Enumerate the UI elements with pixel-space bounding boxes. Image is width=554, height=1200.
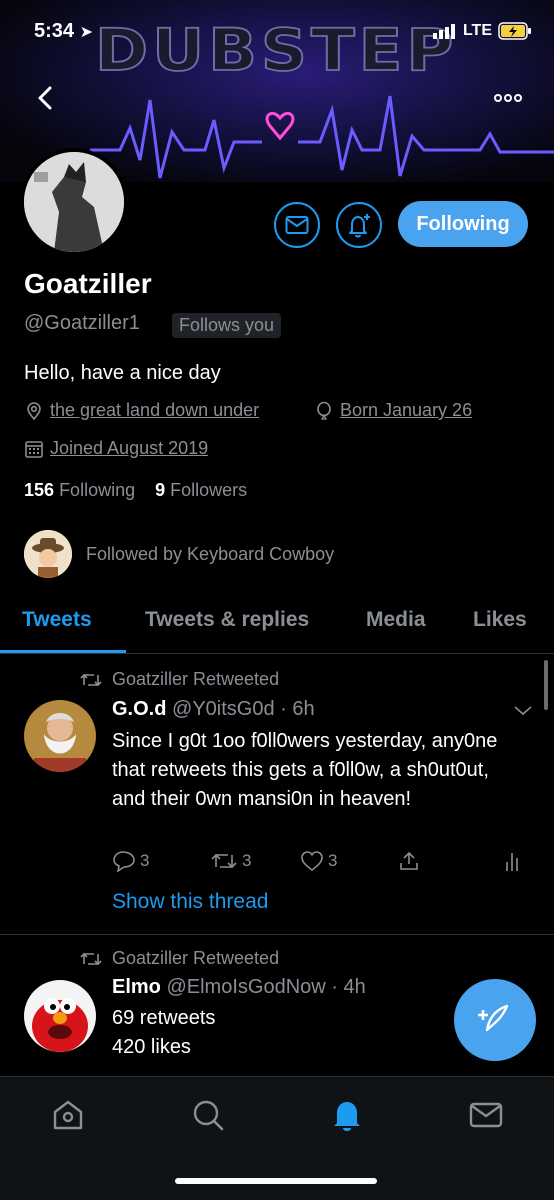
- back-icon[interactable]: [30, 82, 62, 114]
- profile-tabs: Tweets Tweets & replies Media Likes: [0, 600, 554, 654]
- tweet-display-name[interactable]: Elmo: [112, 976, 161, 998]
- share-button[interactable]: [398, 850, 504, 872]
- profile-location[interactable]: the great land down under: [24, 400, 259, 421]
- chevron-down-icon[interactable]: [514, 706, 532, 716]
- tweet-handle[interactable]: @Y0itsG0d: [172, 698, 275, 720]
- analytics-button[interactable]: [504, 850, 520, 872]
- follow-counts: 156 Following 9 Followers: [24, 480, 247, 501]
- followed-by-text: Followed by Keyboard Cowboy: [86, 543, 335, 564]
- bell-plus-icon: [349, 214, 370, 238]
- reply-button[interactable]: 3: [112, 850, 210, 872]
- retweet-context: Goatziller Retweeted: [80, 669, 279, 690]
- follows-you-badge: Follows you: [172, 313, 282, 338]
- notify-button[interactable]: [336, 202, 382, 248]
- tab-likes[interactable]: Likes: [473, 608, 527, 632]
- followers-count-link[interactable]: 9 Followers: [155, 480, 247, 500]
- compose-button[interactable]: [454, 979, 536, 1061]
- status-indicators: LTE: [432, 22, 532, 40]
- retweet-icon: [80, 952, 102, 965]
- active-tab-indicator: [0, 650, 126, 653]
- tweet-divider: [0, 934, 554, 935]
- search-icon[interactable]: [190, 1097, 226, 1133]
- calendar-icon: [25, 440, 43, 458]
- profile-bio: Hello, have a nice day: [24, 362, 221, 384]
- like-button[interactable]: 3: [300, 850, 398, 872]
- retweet-context: Goatziller Retweeted: [80, 948, 279, 969]
- profile-name: Goatziller: [24, 268, 152, 299]
- signal-icon: [432, 24, 455, 39]
- tweet-header: G.O.d @Y0itsG0d · 6h: [112, 698, 315, 721]
- profile-avatar[interactable]: [20, 148, 128, 256]
- more-icon[interactable]: [492, 86, 524, 110]
- tweet-text: Since I g0t 1oo f0ll0wers yesterday, any…: [112, 730, 498, 810]
- profile-joined: Joined August 2019: [24, 438, 208, 459]
- status-time: 5:34 ➤: [34, 20, 93, 42]
- following-count-link[interactable]: 156 Following: [24, 480, 135, 500]
- network-label: LTE: [462, 22, 492, 39]
- retweet-icon: [80, 673, 102, 686]
- reply-icon: [113, 851, 135, 872]
- home-icon[interactable]: [50, 1097, 86, 1133]
- home-indicator: [175, 1178, 377, 1184]
- following-button[interactable]: Following: [398, 201, 528, 247]
- analytics-icon: [506, 853, 518, 871]
- messages-icon[interactable]: [468, 1097, 504, 1133]
- show-thread-link[interactable]: Show this thread: [112, 890, 268, 914]
- retweet-button[interactable]: 3: [210, 851, 300, 871]
- tweet-avatar[interactable]: [24, 700, 96, 772]
- tweet-time: · 6h: [280, 698, 315, 720]
- location-icon: [27, 401, 41, 420]
- tweet-actions: 3 3 3: [112, 850, 532, 872]
- balloon-icon: [317, 401, 331, 420]
- tweet-display-name[interactable]: G.O.d: [112, 698, 166, 720]
- tab-media[interactable]: Media: [366, 608, 426, 632]
- like-icon: [301, 851, 323, 872]
- share-icon: [400, 851, 418, 870]
- battery-icon: [498, 22, 531, 40]
- tab-tweets-replies[interactable]: Tweets & replies: [145, 608, 309, 632]
- followed-by-row[interactable]: Followed by Keyboard Cowboy: [24, 530, 334, 578]
- followed-by-avatar: [24, 530, 72, 578]
- profile-handle: @Goatziller1: [24, 312, 140, 334]
- tweet-time: · 4h: [331, 976, 366, 998]
- mail-icon: [285, 216, 309, 234]
- message-button[interactable]: [274, 202, 320, 248]
- tweet-avatar[interactable]: [24, 980, 96, 1052]
- tab-tweets[interactable]: Tweets: [22, 608, 92, 632]
- retweet-icon: [211, 853, 237, 869]
- tweet-header: Elmo @ElmoIsGodNow · 4h: [112, 976, 366, 999]
- compose-icon: [478, 1004, 509, 1032]
- profile-birthday: Born January 26: [314, 400, 472, 421]
- notifications-icon[interactable]: [329, 1097, 365, 1133]
- scrollbar[interactable]: [544, 660, 548, 710]
- tweet-handle[interactable]: @ElmoIsGodNow: [166, 976, 325, 998]
